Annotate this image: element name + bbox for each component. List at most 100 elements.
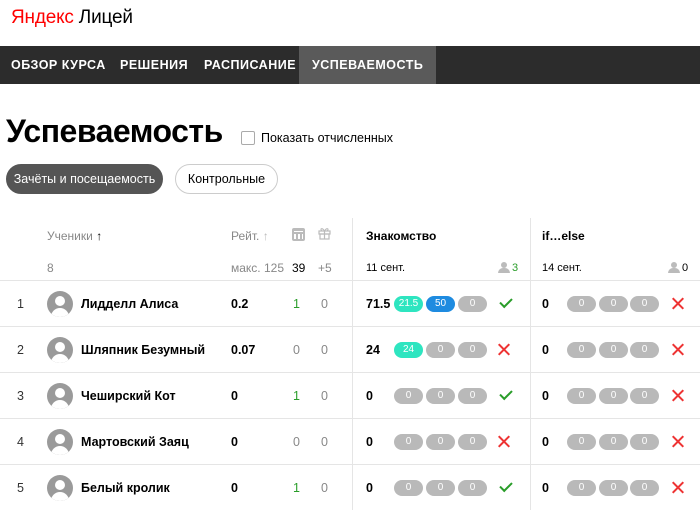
task-score-pill[interactable]: 0 <box>630 434 659 450</box>
task-score-pill[interactable]: 0 <box>394 434 423 450</box>
cross-icon[interactable] <box>498 343 511 356</box>
task-score-pill[interactable]: 0 <box>567 388 596 404</box>
task-score-pill[interactable]: 0 <box>426 342 455 358</box>
lesson-score: 0 <box>542 435 549 449</box>
cross-icon[interactable] <box>672 481 685 494</box>
avatar[interactable] <box>47 291 73 317</box>
table-row: 5 Белый кролик 0 1 0 0 0 0 0 0 0 0 0 <box>0 464 700 510</box>
bonus-value: 0 <box>321 343 328 357</box>
lesson-score: 24 <box>366 343 380 357</box>
row-number: 5 <box>17 481 24 495</box>
task-score-pill[interactable]: 0 <box>567 480 596 496</box>
cross-icon[interactable] <box>498 435 511 448</box>
avatar[interactable] <box>47 429 73 455</box>
task-score-pill[interactable]: 0 <box>630 388 659 404</box>
task-score-pill[interactable]: 0 <box>599 434 628 450</box>
task-score-pill[interactable]: 0 <box>599 388 628 404</box>
check-icon[interactable] <box>499 294 513 309</box>
students-header[interactable]: Ученики ↑ <box>47 229 102 243</box>
task-score-pill[interactable]: 0 <box>426 388 455 404</box>
lesson-score: 0 <box>366 389 373 403</box>
check-icon[interactable] <box>499 386 513 401</box>
student-rating: 0.2 <box>231 297 249 311</box>
cross-icon[interactable] <box>672 297 685 310</box>
lessons-value: 1 <box>293 481 300 495</box>
nav-schedule[interactable]: РАСПИСАНИЕ <box>204 46 296 84</box>
task-score-pill[interactable]: 0 <box>599 480 628 496</box>
task-score-pill[interactable]: 50 <box>426 296 455 312</box>
cross-icon[interactable] <box>672 389 685 402</box>
task-score-pill[interactable]: 0 <box>567 342 596 358</box>
tab-attendance-button[interactable]: Зачёты и посещаемость <box>6 164 163 194</box>
show-expelled-label[interactable]: Показать отчисленных <box>261 131 393 145</box>
sort-up-arrow-icon: ↑ <box>262 229 269 243</box>
task-score-pill[interactable]: 0 <box>426 480 455 496</box>
task-score-pill[interactable]: 0 <box>426 434 455 450</box>
task-score-pill[interactable]: 0 <box>630 296 659 312</box>
bonus-value: 0 <box>321 435 328 449</box>
bonus-value: 0 <box>321 481 328 495</box>
bonus-value: 0 <box>321 297 328 311</box>
logo-product: Лицей <box>78 7 133 28</box>
task-score-pill[interactable]: 24 <box>394 342 423 358</box>
task-score-pill[interactable]: 0 <box>458 388 487 404</box>
avatar[interactable] <box>47 475 73 501</box>
students-count: 8 <box>47 261 54 275</box>
nav-progress[interactable]: УСПЕВАЕМОСТЬ <box>299 46 437 84</box>
student-name[interactable]: Лидделл Алиса <box>81 281 178 327</box>
student-rating: 0 <box>231 389 238 403</box>
lessons-count: 39 <box>292 261 306 275</box>
lessons-value: 0 <box>293 343 300 357</box>
lesson-title[interactable]: if…else <box>542 229 585 243</box>
task-score-pill[interactable]: 0 <box>458 434 487 450</box>
nav-overview[interactable]: ОБЗОР КУРСА <box>11 46 106 84</box>
sort-up-arrow-icon[interactable]: ↑ <box>96 229 102 243</box>
table-row: 4 Мартовский Заяц 0 0 0 0 0 0 0 0 0 0 0 <box>0 418 700 464</box>
student-name[interactable]: Мартовский Заяц <box>81 419 189 465</box>
lesson-title[interactable]: Знакомство <box>366 229 436 243</box>
lessons-value: 1 <box>293 389 300 403</box>
check-icon[interactable] <box>499 478 513 493</box>
row-number: 3 <box>17 389 24 403</box>
task-score-pill[interactable]: 0 <box>630 342 659 358</box>
task-score-pill[interactable]: 21.5 <box>394 296 423 312</box>
tab-tests-button[interactable]: Контрольные <box>175 164 278 194</box>
row-number: 2 <box>17 343 24 357</box>
task-score-pill[interactable]: 0 <box>567 434 596 450</box>
avatar[interactable] <box>47 337 73 363</box>
show-expelled-checkbox[interactable] <box>241 131 255 145</box>
student-rating: 0 <box>231 435 238 449</box>
task-score-pill[interactable]: 0 <box>599 342 628 358</box>
lesson-score: 0 <box>542 297 549 311</box>
cross-icon[interactable] <box>672 343 685 356</box>
task-score-pill[interactable]: 0 <box>394 388 423 404</box>
task-score-pill[interactable]: 0 <box>599 296 628 312</box>
task-score-pill[interactable]: 0 <box>458 296 487 312</box>
student-name[interactable]: Шляпник Безумный <box>81 327 205 373</box>
task-score-pill[interactable]: 0 <box>458 342 487 358</box>
task-score-pill[interactable]: 0 <box>567 296 596 312</box>
lesson-score: 0 <box>542 389 549 403</box>
logo[interactable]: Яндекс Лицей <box>11 7 133 29</box>
task-score-pill[interactable]: 0 <box>458 480 487 496</box>
bonus-count: +5 <box>318 261 332 275</box>
avatar[interactable] <box>47 383 73 409</box>
task-score-pill[interactable]: 0 <box>394 480 423 496</box>
task-score-pill[interactable]: 0 <box>630 480 659 496</box>
rating-header-label: Рейт. <box>231 229 260 243</box>
table-row: 2 Шляпник Безумный 0.07 0 0 24 24 0 0 0 0 0 0 <box>0 326 700 372</box>
student-rating: 0 <box>231 481 238 495</box>
rating-max: макс. 125 <box>231 261 284 275</box>
nav-solutions[interactable]: РЕШЕНИЯ <box>120 46 188 84</box>
rating-header[interactable]: Рейт. ↑ <box>231 229 269 243</box>
row-number: 1 <box>17 297 24 311</box>
row-number: 4 <box>17 435 24 449</box>
student-name[interactable]: Чеширский Кот <box>81 373 176 419</box>
lesson-score: 0 <box>542 481 549 495</box>
cross-icon[interactable] <box>672 435 685 448</box>
main-nav: ОБЗОР КУРСА РЕШЕНИЯ РАСПИСАНИЕ УСПЕВАЕМО… <box>0 46 700 84</box>
lesson-attended-count: 0 <box>682 262 689 274</box>
student-name[interactable]: Белый кролик <box>81 465 170 510</box>
person-icon <box>498 262 510 273</box>
lesson-score: 0 <box>366 435 373 449</box>
